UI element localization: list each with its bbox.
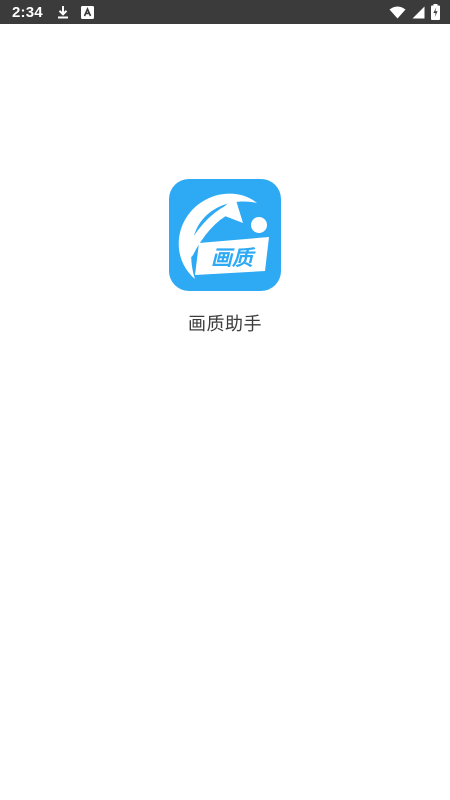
splash-screen: 2:34 画质 画质助手 [0, 0, 450, 800]
status-right [383, 4, 440, 20]
status-bar: 2:34 [0, 0, 450, 24]
notification-a-icon [80, 5, 94, 19]
app-logo-icon: 画质 [169, 179, 281, 291]
app-name: 画质助手 [188, 314, 262, 335]
download-icon [57, 5, 69, 19]
wifi-icon [389, 6, 406, 19]
battery-charging-icon [431, 4, 440, 20]
status-left: 2:34 [12, 4, 94, 21]
signal-icon [412, 6, 425, 19]
app-logo-text: 画质 [211, 246, 256, 270]
status-time: 2:34 [12, 3, 43, 21]
